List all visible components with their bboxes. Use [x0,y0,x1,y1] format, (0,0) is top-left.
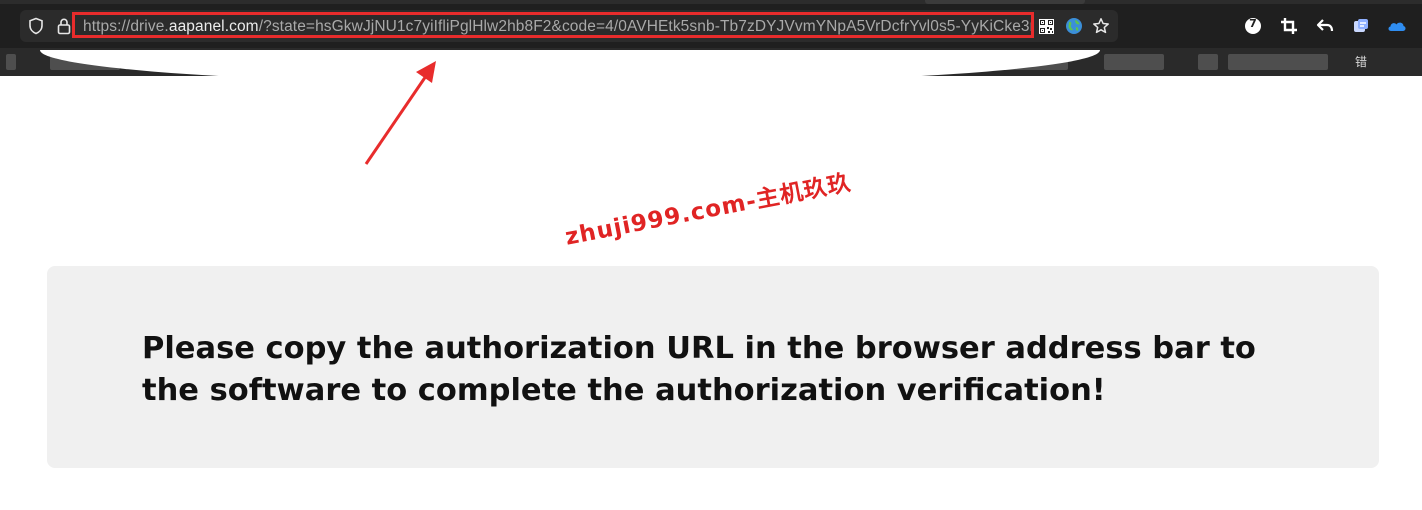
crop-icon[interactable] [1279,16,1299,36]
lock-icon[interactable] [54,16,74,36]
annotation-arrow [364,61,436,165]
badge-count: 7 [1249,17,1257,30]
globe-icon[interactable] [1064,16,1084,36]
back-arrow-icon[interactable] [1315,16,1335,36]
watermark-text: zhuji999.com-主机玖玖 [563,169,854,251]
url-host: aapanel.com [168,18,259,35]
shield-icon[interactable] [26,16,46,36]
cloud-icon[interactable] [1387,16,1407,36]
url-subdomain: drive. [130,18,169,35]
qr-code-icon[interactable] [1038,18,1054,34]
message-panel: Please copy the authorization URL in the… [47,266,1379,468]
bookmark-item[interactable] [1104,54,1164,70]
tab-hint[interactable] [925,0,1085,4]
bookmark-item[interactable] [1228,54,1328,70]
bookmark-label[interactable]: 错 [1355,53,1367,70]
url-path: /?state=hsGkwJjNU1c7yiIfliPglHlw2hb8F2&c… [258,18,1034,35]
badge-7-icon[interactable]: 7 [1243,16,1263,36]
url-scheme: https:// [83,18,131,35]
tab-strip-edge [0,0,1422,4]
bookmark-item[interactable] [6,54,16,70]
bookmark-item[interactable] [1198,54,1218,70]
page-overlay-edge [40,50,1100,84]
url-input[interactable]: https://drive.aapanel.com/?state=hsGkwJj… [83,18,1034,35]
extension-icon[interactable] [1351,16,1371,36]
star-icon[interactable] [1091,16,1111,36]
browser-toolbar: https://drive.aapanel.com/?state=hsGkwJj… [0,0,1422,48]
authorization-message: Please copy the authorization URL in the… [142,331,1256,408]
url-highlight-box: https://drive.aapanel.com/?state=hsGkwJj… [72,12,1034,38]
